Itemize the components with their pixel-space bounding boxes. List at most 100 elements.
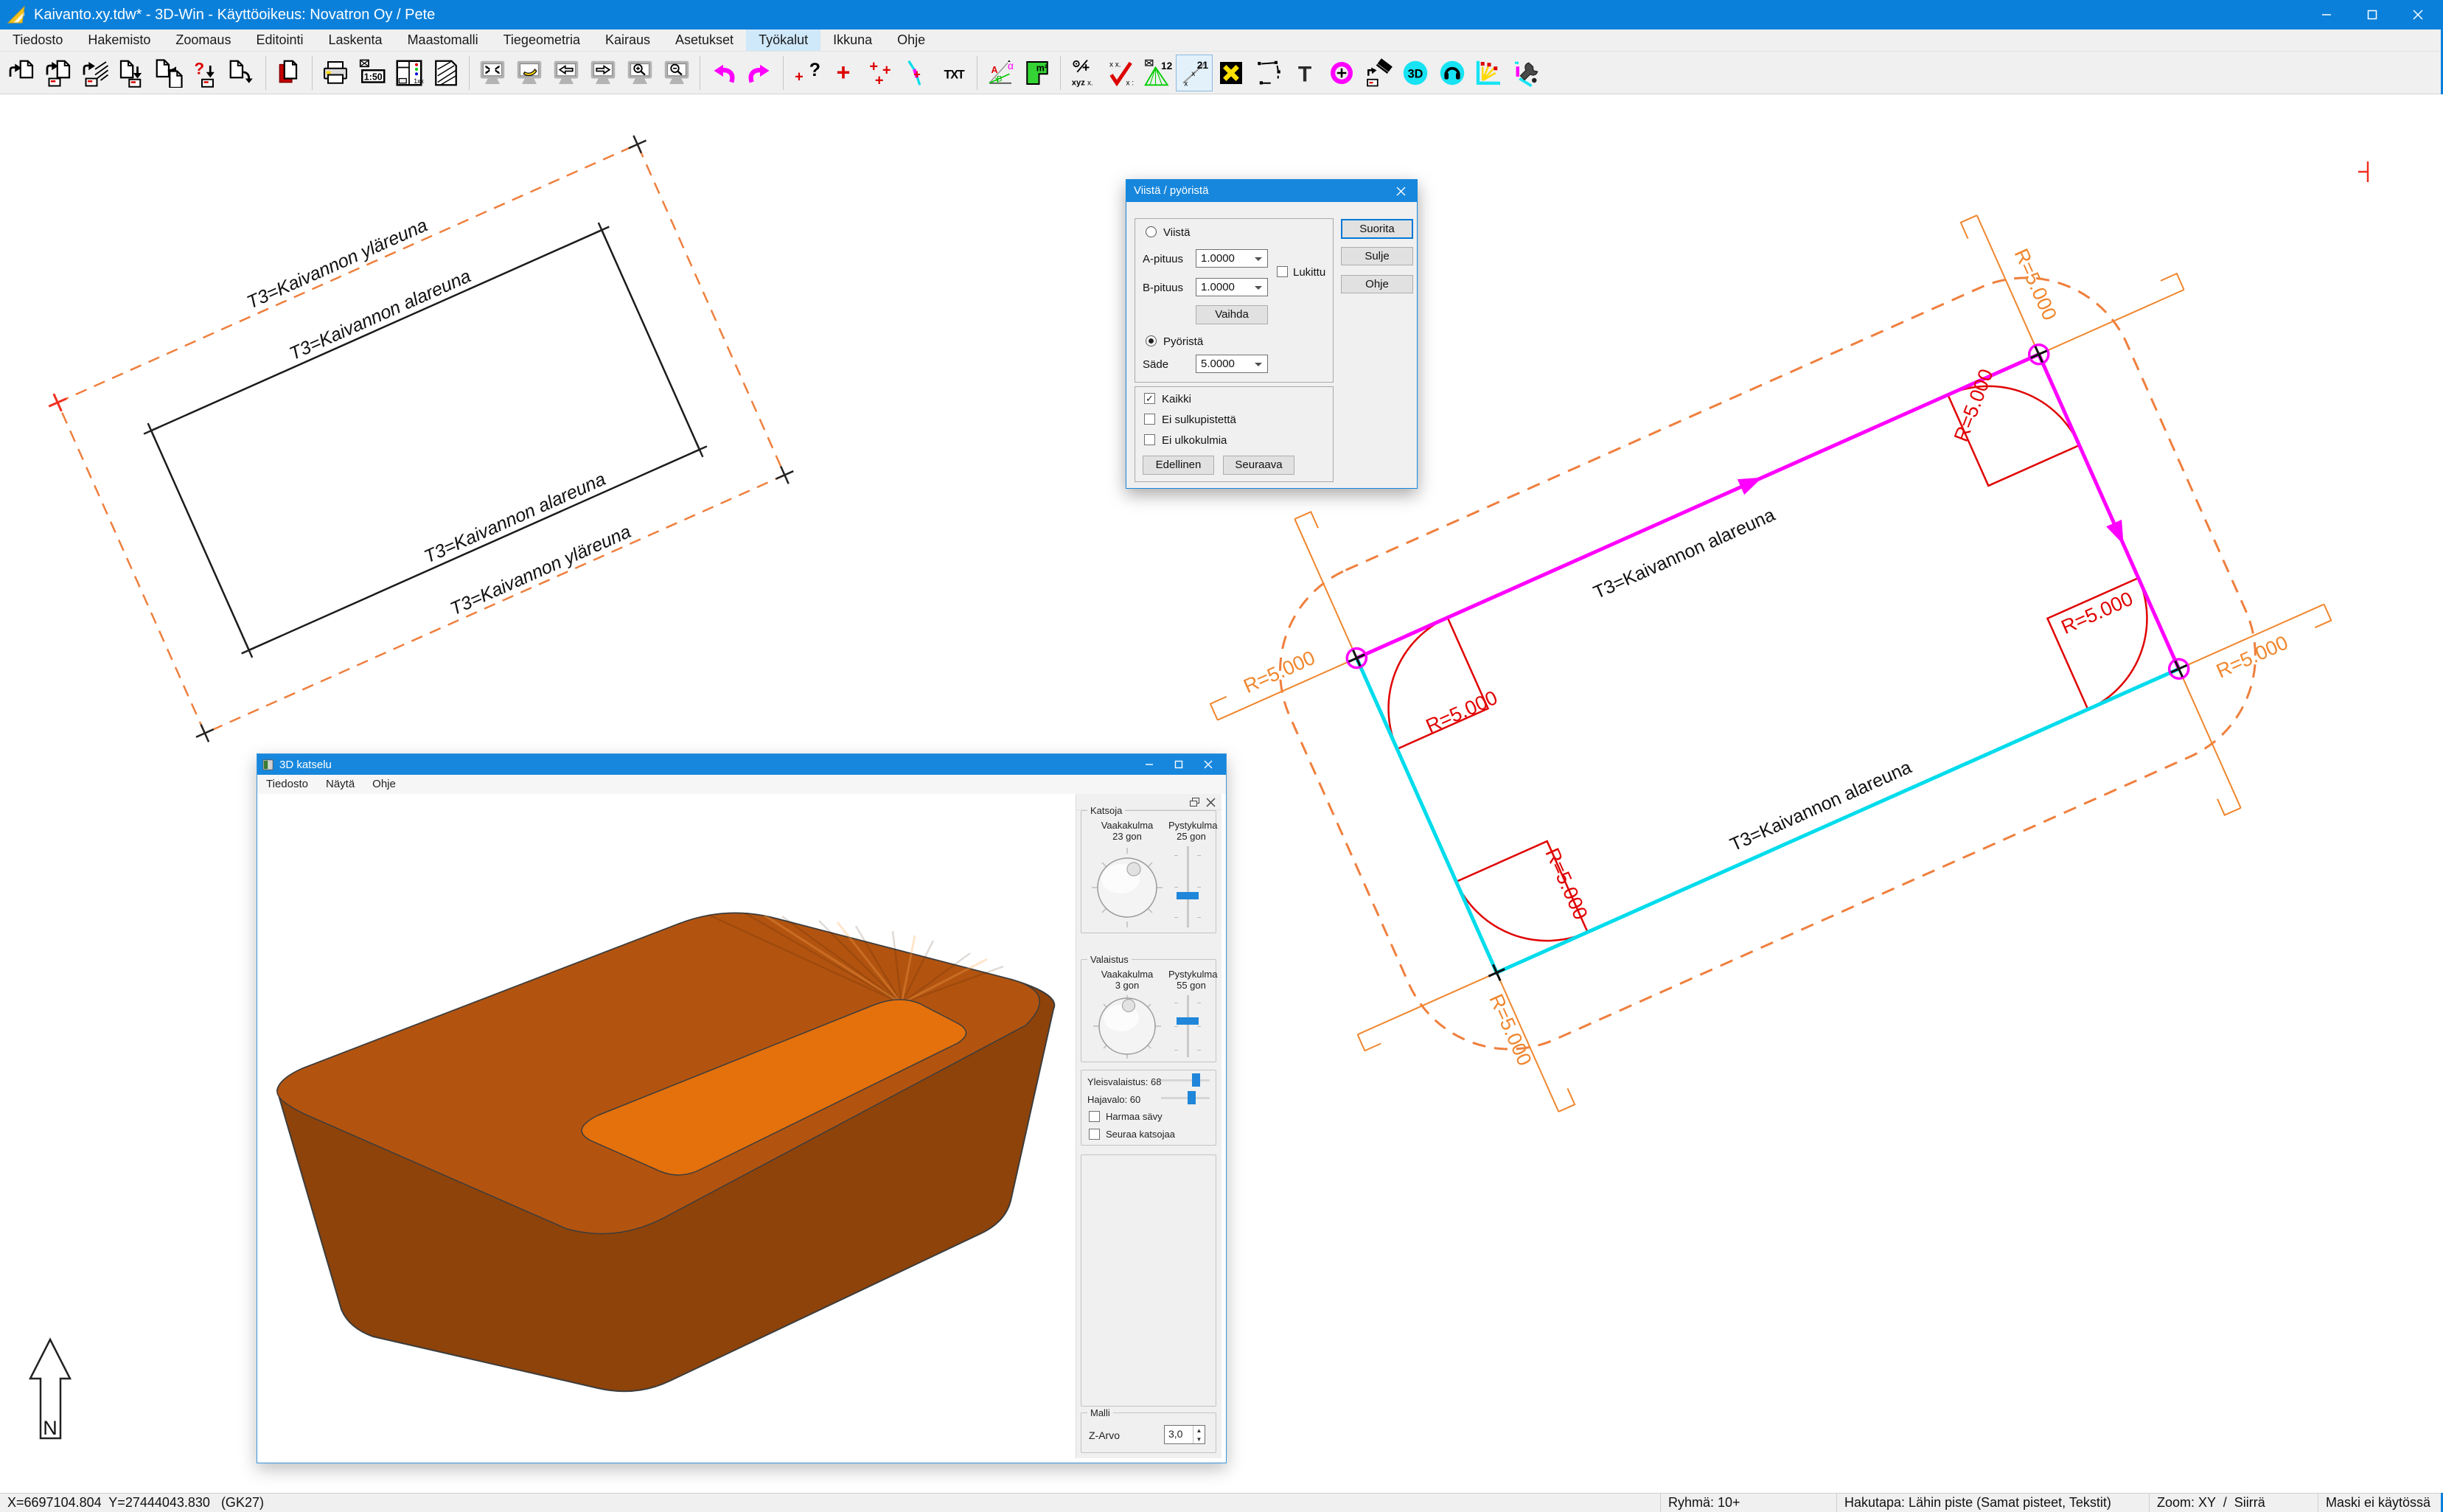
viewer-menu-tiedosto[interactable]: Tiedosto [257, 775, 317, 794]
valaistus-pystykulma-slider[interactable] [1174, 995, 1201, 1057]
viewer-menu-ohje[interactable]: Ohje [363, 775, 405, 794]
tool-pan-right-icon[interactable] [585, 55, 621, 91]
lukittu-checkbox[interactable] [1277, 266, 1288, 277]
menu-item-hakemisto[interactable]: Hakemisto [75, 29, 163, 51]
valaistus-dial-knob[interactable] [1123, 1000, 1135, 1012]
b-pituus-combo[interactable]: 1.0000 [1196, 278, 1268, 296]
tool-add-point-icon[interactable]: + [825, 55, 862, 91]
menu-item-zoomaus[interactable]: Zoomaus [163, 29, 243, 51]
tool-open-file-icon[interactable] [3, 55, 40, 91]
menu-item-ikkuna[interactable]: Ikkuna [820, 29, 885, 51]
sade-combo[interactable]: 5.0000 [1196, 355, 1268, 373]
cyan-line-alareuna[interactable] [1356, 355, 2178, 973]
tool-road-line-icon[interactable] [1360, 55, 1397, 91]
viewer-maximize-button[interactable] [1164, 754, 1193, 775]
menu-item-maastomalli[interactable]: Maastomalli [395, 29, 491, 51]
tool-view-3d-icon[interactable]: 3D [1397, 55, 1434, 91]
maximize-button[interactable] [2349, 0, 2395, 29]
tool-save-as-icon[interactable] [150, 55, 187, 91]
tool-delete-object-icon[interactable] [1213, 55, 1250, 91]
menu-item-tiegeometria[interactable]: Tiegeometria [491, 29, 593, 51]
sulje-button[interactable]: Sulje [1341, 247, 1413, 265]
tool-print-icon[interactable] [317, 55, 354, 91]
tool-zoom-in-icon[interactable] [621, 55, 658, 91]
tool-scale-1-50-icon[interactable]: 1:50 [354, 55, 391, 91]
tool-copy-files-icon[interactable] [271, 55, 307, 91]
tool-undo-icon[interactable] [705, 55, 742, 91]
tool-point-info-icon[interactable]: +? [788, 55, 825, 91]
valaistus-dial[interactable] [1090, 995, 1164, 1059]
tool-area-m2-icon[interactable]: m² [1019, 55, 1056, 91]
tool-save-file-icon[interactable] [114, 55, 150, 91]
status-hakutapa[interactable]: Hakutapa: Lähin piste (Samat pisteet, Te… [1836, 1494, 2149, 1512]
hajavalo-slider[interactable] [1161, 1091, 1210, 1104]
edellinen-button[interactable]: Edellinen [1143, 456, 1214, 475]
menu-item-editointi[interactable]: Editointi [243, 29, 316, 51]
tool-angle-calc-icon[interactable]: ABα [982, 55, 1019, 91]
menu-item-asetukset[interactable]: Asetukset [663, 29, 746, 51]
tool-edit-text-icon[interactable]: TXT [935, 55, 972, 91]
tool-line-numbers-icon[interactable]: 21xx [1176, 55, 1213, 91]
ei-sulkupistetta-checkbox[interactable] [1144, 414, 1155, 425]
viewer-3d-view[interactable] [257, 794, 1076, 1458]
z-arvo-spinner[interactable]: 3,0 ▲ ▼ [1164, 1425, 1205, 1444]
float-panel-icon[interactable] [1190, 798, 1199, 807]
close-panel-icon[interactable] [1206, 798, 1216, 807]
tool-pan-left-icon[interactable] [548, 55, 585, 91]
dialog-close-button[interactable] [1384, 180, 1417, 202]
yleisvalaistus-slider[interactable] [1161, 1073, 1210, 1087]
z-arvo-up-icon[interactable]: ▲ [1193, 1426, 1205, 1435]
pyorista-radio[interactable] [1146, 335, 1157, 346]
kaikki-checkbox[interactable]: ✓ [1144, 393, 1155, 404]
magenta-line-selected[interactable] [1356, 355, 2178, 973]
tool-edit-polyline-icon[interactable] [1250, 55, 1286, 91]
vaihda-button[interactable]: Vaihda [1196, 305, 1268, 324]
viewer-minimize-button[interactable] [1135, 754, 1164, 775]
close-button[interactable] [2395, 0, 2441, 29]
tool-redo-icon[interactable] [742, 55, 778, 91]
katsoja-dial-knob[interactable] [1127, 863, 1140, 876]
tool-rotate-3d-icon[interactable] [1434, 55, 1471, 91]
right-label-top[interactable]: T3=Kaivannon alareuna [1590, 504, 1778, 603]
suorita-button[interactable]: Suorita [1341, 219, 1413, 239]
status-maski[interactable]: Maski ei käytössä [2318, 1494, 2441, 1512]
tool-add-text-icon[interactable]: T [1286, 55, 1323, 91]
ohje-button[interactable]: Ohje [1341, 275, 1413, 293]
tool-edit-line-icon[interactable]: + [899, 55, 935, 91]
dialog-titlebar[interactable]: Viistä / pyöristä [1126, 180, 1417, 202]
right-label-bottom[interactable]: T3=Kaivannon alareuna [1727, 757, 1915, 856]
tool-add-circle-icon[interactable] [1323, 55, 1360, 91]
valaistus-slider-handle[interactable] [1177, 1017, 1199, 1025]
viewer-close-button[interactable] [1193, 754, 1223, 775]
status-zoom-mode[interactable]: Zoom: XY / Siirrä [2149, 1494, 2318, 1512]
a-pituus-combo[interactable]: 1.0000 [1196, 249, 1268, 268]
viista-radio[interactable] [1146, 226, 1157, 237]
tool-triangle-numbers-icon[interactable]: 12 [1139, 55, 1176, 91]
viewer-titlebar[interactable]: 3D katselu [257, 754, 1226, 775]
tool-zoom-extents-icon[interactable] [474, 55, 511, 91]
katsoja-dial[interactable] [1090, 846, 1164, 929]
seuraava-button[interactable]: Seuraava [1223, 456, 1294, 475]
harmaa-savy-checkbox[interactable] [1089, 1111, 1100, 1122]
tool-export-file-icon[interactable] [224, 55, 261, 91]
tool-save-query-icon[interactable]: ? [187, 55, 224, 91]
menu-item-työkalut[interactable]: Työkalut [746, 29, 820, 51]
menu-item-laskenta[interactable]: Laskenta [316, 29, 395, 51]
ei-ulkokulmia-checkbox[interactable] [1144, 434, 1155, 445]
tool-hatch-page-icon[interactable] [428, 55, 464, 91]
minimize-button[interactable] [2304, 0, 2349, 29]
tool-open-hatch-icon[interactable] [77, 55, 114, 91]
tool-check-points-icon[interactable]: x x.x : [1102, 55, 1139, 91]
status-ryhma[interactable]: Ryhmä: 10+ [1660, 1494, 1836, 1512]
tool-zoom-previous-icon[interactable] [511, 55, 548, 91]
tool-page-setup-icon[interactable]: 1xx [391, 55, 428, 91]
tool-zoom-out-icon[interactable] [658, 55, 695, 91]
tool-open-file-attr-icon[interactable] [40, 55, 77, 91]
tool-add-points-icon[interactable]: +++ [862, 55, 899, 91]
menu-item-kairaus[interactable]: Kairaus [593, 29, 663, 51]
tool-profile-view-icon[interactable] [1471, 55, 1508, 91]
tool-coord-points-icon[interactable]: xyzx. [1065, 55, 1102, 91]
katsoja-pystykulma-slider[interactable] [1174, 846, 1201, 927]
katsoja-slider-handle[interactable] [1177, 892, 1199, 899]
z-arvo-down-icon[interactable]: ▼ [1193, 1435, 1205, 1443]
